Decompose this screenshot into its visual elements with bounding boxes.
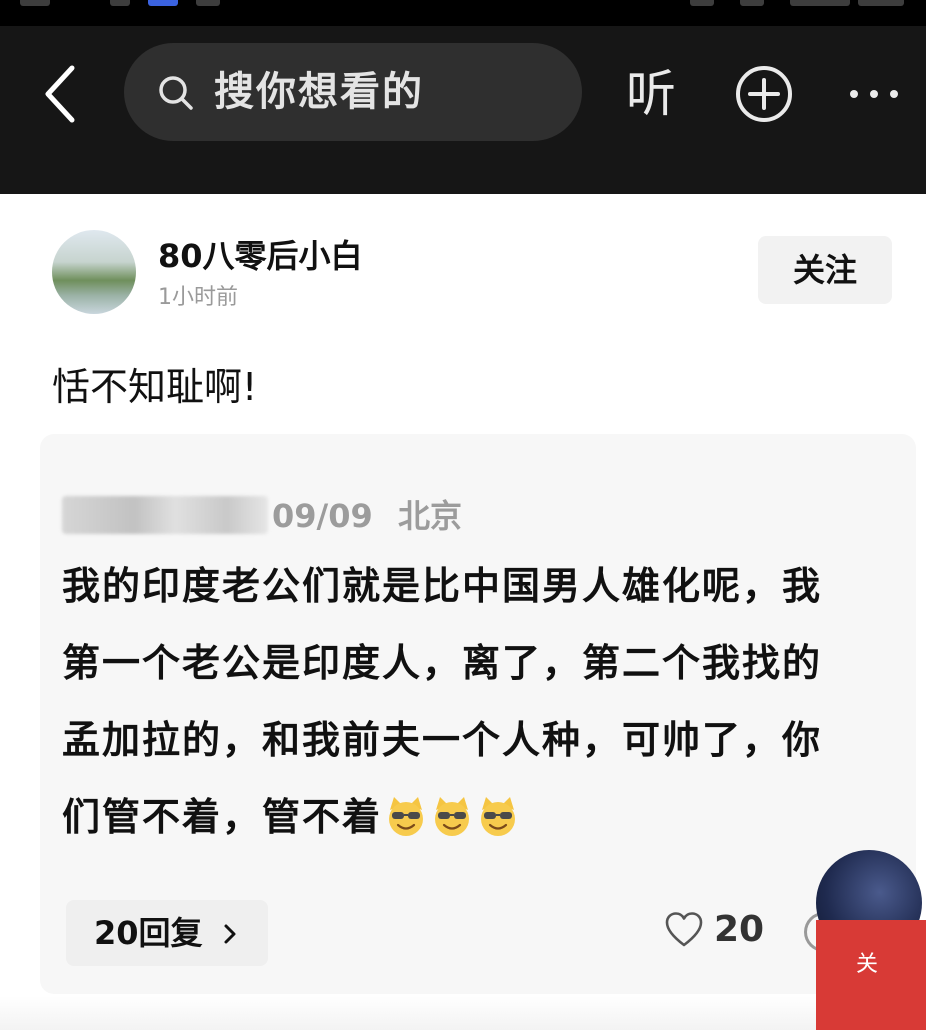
status-app-icon [148, 0, 178, 6]
search-icon [159, 76, 193, 110]
plus-circle-icon [736, 66, 792, 122]
search-placeholder: 搜你想看的 [214, 69, 424, 115]
comment-text: 我的印度老公们就是比中国男人雄化呢，我第一个老公是印度人，离了，第二个我找的孟加… [62, 548, 842, 856]
smiling-cat-sunglasses-emoji-icon [481, 797, 516, 836]
status-icon [196, 0, 220, 6]
status-icon [20, 0, 50, 6]
chevron-right-icon [224, 924, 236, 944]
post-text: 恬不知耻啊! [52, 365, 258, 409]
smiling-cat-sunglasses-emoji-icon [435, 797, 470, 836]
floating-live-widget[interactable]: 关 [816, 850, 926, 1030]
status-icon [740, 0, 764, 6]
comment-date: 09/09 [272, 497, 373, 535]
status-icon [690, 0, 714, 6]
battery-icon [858, 0, 904, 6]
floating-label: 关 [856, 952, 879, 977]
replies-label: 20回复 [94, 914, 203, 952]
signal-icon [790, 0, 850, 6]
avatar[interactable] [52, 230, 136, 314]
more-dots-icon [850, 90, 898, 98]
post-timestamp: 1小时前 [158, 285, 238, 310]
like-button[interactable] [664, 910, 704, 950]
smiling-cat-sunglasses-emoji-icon [389, 797, 424, 836]
username[interactable]: 80八零后小白 [158, 234, 363, 278]
blurred-commenter-name [62, 496, 268, 534]
bottom-edge [0, 996, 816, 1030]
comment-location: 北京 [398, 497, 463, 535]
add-button[interactable] [734, 64, 794, 124]
search-input[interactable]: 搜你想看的 [124, 43, 582, 141]
status-bar [0, 0, 926, 26]
listen-button[interactable]: 听 [626, 64, 676, 124]
top-navigation-bar: 搜你想看的 听 [0, 26, 926, 194]
heart-icon [665, 912, 703, 947]
back-button[interactable] [36, 62, 92, 126]
like-count: 20 [714, 909, 765, 950]
more-button[interactable] [846, 68, 902, 120]
status-icon [110, 0, 130, 6]
follow-button[interactable]: 关注 [758, 236, 892, 304]
view-replies-button[interactable]: 20回复 [66, 900, 268, 966]
back-arrow-icon [45, 65, 75, 123]
